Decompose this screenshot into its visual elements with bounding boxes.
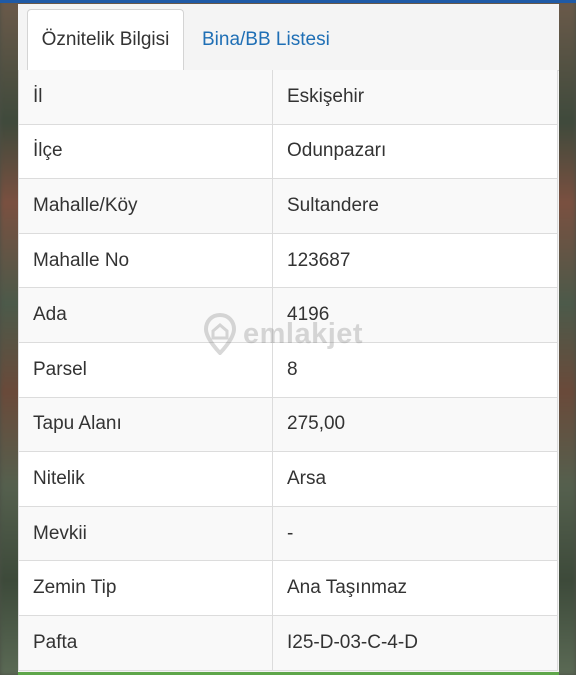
row-key: Pafta [18, 615, 273, 670]
tab-attribute-info[interactable]: Öznitelik Bilgisi [27, 9, 184, 71]
table-row: İlçe Odunpazarı [18, 124, 558, 180]
row-key: Parsel [18, 342, 273, 397]
row-key: Nitelik [18, 452, 273, 506]
tab-label: Öznitelik Bilgisi [41, 29, 170, 50]
table-row: İl Eskişehir [18, 70, 558, 125]
row-value: Ana Taşınmaz [273, 561, 558, 615]
table-row: Zemin Tip Ana Taşınmaz [18, 561, 558, 616]
row-value: 123687 [273, 233, 558, 288]
info-panel: Öznitelik Bilgisi Bina/BB Listesi İl Esk… [18, 4, 559, 675]
attribute-table: İl Eskişehir İlçe Odunpazarı Mahalle/Köy… [18, 70, 558, 671]
tab-bar: Öznitelik Bilgisi Bina/BB Listesi [18, 4, 559, 71]
top-strip [0, 0, 576, 3]
row-value: 4196 [273, 288, 558, 342]
row-key: Mevkii [18, 506, 273, 561]
table-row: Mevkii - [18, 506, 558, 562]
row-value: 275,00 [273, 397, 558, 452]
table-row: Ada 4196 [18, 288, 558, 343]
row-key: Tapu Alanı [18, 397, 273, 452]
row-key: Zemin Tip [18, 561, 273, 615]
tab-label: Bina/BB Listesi [202, 28, 330, 50]
row-value: - [273, 506, 558, 561]
table-row: Tapu Alanı 275,00 [18, 397, 558, 453]
row-key: İlçe [18, 124, 273, 179]
table-row: Nitelik Arsa [18, 452, 558, 507]
row-key: Mahalle/Köy [18, 179, 273, 233]
table-row: Parsel 8 [18, 342, 558, 398]
row-value: Sultandere [273, 179, 558, 233]
row-value: Arsa [273, 452, 558, 506]
table-row: Pafta I25-D-03-C-4-D [18, 615, 558, 671]
table-row: Mahalle No 123687 [18, 233, 558, 289]
row-value: I25-D-03-C-4-D [273, 615, 558, 670]
row-key: Ada [18, 288, 273, 342]
table-row: Mahalle/Köy Sultandere [18, 179, 558, 234]
row-value: Eskişehir [273, 70, 558, 124]
tab-building-list[interactable]: Bina/BB Listesi [202, 9, 330, 70]
row-value: 8 [273, 342, 558, 397]
row-value: Odunpazarı [273, 124, 558, 179]
row-key: Mahalle No [18, 233, 273, 288]
row-key: İl [18, 70, 273, 124]
